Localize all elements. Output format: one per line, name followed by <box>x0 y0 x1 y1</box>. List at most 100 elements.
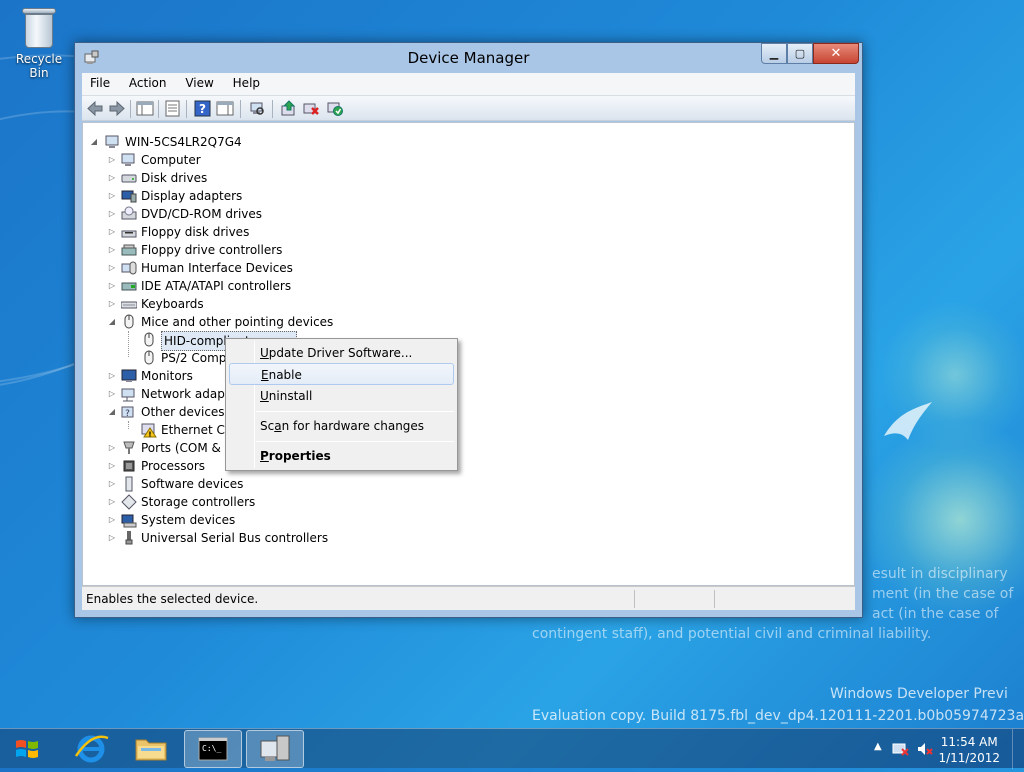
device-tree-pane[interactable]: ◢ WIN-5CS4LR2Q7G4 ▷ Computer ▷ Disk drives ▷… <box>82 122 855 586</box>
internet-explorer-icon <box>74 735 109 763</box>
expand-arrow-icon[interactable]: ▷ <box>107 533 117 543</box>
tree-item-label: Monitors <box>141 369 193 383</box>
taskbar-command-prompt[interactable]: C:\_ <box>184 730 242 768</box>
recycle-bin-label: Recycle Bin <box>15 52 63 80</box>
tree-item-label: Display adapters <box>141 189 243 203</box>
ide-controller-icon <box>121 282 137 291</box>
title-bar[interactable]: Device Manager ▁ ▢ ✕ <box>75 43 862 73</box>
taskbar-device-manager[interactable] <box>246 730 304 768</box>
menu-action[interactable]: Action <box>121 73 174 90</box>
expand-arrow-icon[interactable]: ▷ <box>107 227 117 237</box>
port-icon <box>123 441 135 454</box>
tree-item-label: DVD/CD-ROM drives <box>141 207 263 221</box>
tree-item-label: Software devices <box>141 477 244 491</box>
status-text: Enables the selected device. <box>86 592 259 606</box>
show-hidden-icons-icon[interactable]: ▲ <box>874 741 882 752</box>
scan-hardware-icon[interactable] <box>248 100 266 117</box>
taskbar-file-explorer[interactable] <box>122 730 180 768</box>
expand-arrow-icon[interactable]: ▷ <box>107 497 117 507</box>
menu-help[interactable]: Help <box>225 73 267 90</box>
svg-text:!: ! <box>148 431 151 439</box>
usb-icon <box>125 531 133 545</box>
expand-arrow-icon[interactable]: ▷ <box>107 245 117 255</box>
expand-arrow-icon[interactable]: ▷ <box>107 299 117 309</box>
wallpaper-fish-icon <box>884 402 932 440</box>
minimize-button[interactable]: ▁ <box>761 43 787 64</box>
floppy-icon <box>121 230 137 238</box>
uninstall-icon[interactable] <box>302 100 320 117</box>
recycle-bin-shortcut[interactable]: Recycle Bin <box>6 6 72 80</box>
toolbar-separator <box>186 100 187 118</box>
menu-update-driver[interactable]: Update Driver Software... <box>229 342 454 364</box>
expand-arrow-icon[interactable]: ▷ <box>107 209 117 219</box>
collapse-arrow-icon[interactable]: ◢ <box>107 407 117 417</box>
warning-device-icon: ! <box>141 423 157 439</box>
menu-file[interactable]: File <box>82 73 117 90</box>
expand-arrow-icon[interactable]: ▷ <box>107 173 117 183</box>
expand-arrow-icon[interactable]: ▷ <box>107 191 117 201</box>
tree-item-label: Keyboards <box>141 297 204 311</box>
watermark-line: esult in disciplinary <box>872 566 1008 582</box>
device-manager-icon <box>260 735 290 761</box>
expand-arrow-icon[interactable]: ▷ <box>107 443 117 453</box>
status-divider <box>634 590 635 608</box>
help-icon[interactable]: ? <box>194 100 212 117</box>
storage-controller-icon <box>121 494 137 510</box>
expand-arrow-icon[interactable]: ▷ <box>107 263 117 273</box>
folder-icon <box>135 739 167 761</box>
window-title: Device Manager <box>407 49 530 67</box>
system-tray: ▲ 11:54 AM 1/11/2012 <box>864 729 1024 769</box>
expand-arrow-icon[interactable]: ▷ <box>107 371 117 381</box>
expand-arrow-icon[interactable]: ▷ <box>107 281 117 291</box>
processor-icon <box>123 460 135 472</box>
start-button[interactable] <box>0 729 56 769</box>
tree-item-label: PS/2 Comp <box>161 351 227 365</box>
hid-icon <box>121 261 137 275</box>
menu-properties[interactable]: Properties <box>229 445 454 467</box>
menu-scan-hardware[interactable]: Scan for hardware changes <box>229 415 454 437</box>
command-prompt-icon: C:\_ <box>198 737 228 761</box>
toolbar-separator <box>158 100 159 118</box>
network-status-icon[interactable] <box>892 741 910 757</box>
tree-item-label: System devices <box>141 513 236 527</box>
tree-item-label: Mice and other pointing devices <box>141 315 334 329</box>
back-arrow-icon[interactable] <box>86 100 104 117</box>
expand-arrow-icon[interactable]: ▷ <box>107 155 117 165</box>
menu-separator <box>256 441 454 442</box>
tree-item-label: Storage controllers <box>141 495 256 509</box>
toolbar: ? <box>82 95 855 121</box>
unknown-device-icon: ? <box>121 406 134 419</box>
tree-item-label: Computer <box>141 153 201 167</box>
update-driver-icon[interactable] <box>280 100 298 117</box>
show-hide-console-tree-icon[interactable] <box>136 100 154 117</box>
tree-item-label: Other devices <box>141 405 225 419</box>
tree-item-label: IDE ATA/ATAPI controllers <box>141 279 292 293</box>
collapse-arrow-icon[interactable]: ◢ <box>107 317 117 327</box>
volume-muted-icon[interactable] <box>916 741 934 757</box>
status-divider <box>714 590 715 608</box>
expand-arrow-icon[interactable]: ▷ <box>107 479 117 489</box>
computer-icon <box>105 135 119 148</box>
expand-arrow-icon[interactable]: ▷ <box>107 461 117 471</box>
menu-uninstall[interactable]: Uninstall <box>229 385 454 407</box>
show-desktop-button[interactable] <box>1012 729 1024 769</box>
disk-drive-icon <box>121 174 137 183</box>
menu-view[interactable]: View <box>177 73 220 90</box>
enable-device-icon[interactable] <box>326 100 344 117</box>
clock-time: 11:54 AM <box>940 735 998 749</box>
tree-connector <box>128 421 129 429</box>
taskbar-internet-explorer[interactable] <box>62 730 120 768</box>
maximize-button[interactable]: ▢ <box>787 43 813 64</box>
tree-item-label: Disk drives <box>141 171 208 185</box>
close-button[interactable]: ✕ <box>813 43 859 64</box>
collapse-arrow-icon[interactable]: ◢ <box>89 137 99 147</box>
properties-sheet-icon[interactable] <box>164 100 182 117</box>
brand-watermark: Windows Developer Previ <box>830 686 1008 702</box>
expand-arrow-icon[interactable]: ▷ <box>107 515 117 525</box>
expand-arrow-icon[interactable]: ▷ <box>107 389 117 399</box>
action-pane-icon[interactable] <box>216 100 234 117</box>
forward-arrow-icon[interactable] <box>108 100 126 117</box>
close-icon: ✕ <box>830 46 842 61</box>
clock[interactable]: 11:54 AM 1/11/2012 <box>938 734 1000 766</box>
menu-enable[interactable]: Enable <box>229 363 454 385</box>
